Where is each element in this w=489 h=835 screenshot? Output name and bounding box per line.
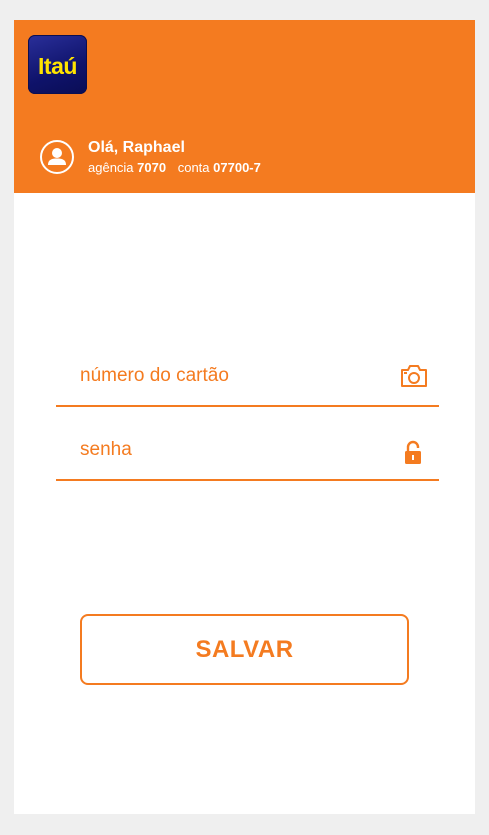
agency-value: 7070 xyxy=(137,160,166,175)
header: Itaú Olá, Raphael agência 7070 conta 077… xyxy=(14,20,475,193)
account-value: 07700-7 xyxy=(213,160,261,175)
camera-icon[interactable] xyxy=(399,363,429,389)
greeting: Olá, Raphael xyxy=(88,139,185,157)
card-number-field[interactable] xyxy=(56,359,439,407)
itau-logo: Itaú xyxy=(28,35,87,94)
lock-icon xyxy=(401,439,425,467)
account-label: conta xyxy=(178,160,210,175)
account-info: agência 7070 conta 07700-7 xyxy=(88,160,261,176)
password-field[interactable] xyxy=(56,433,439,481)
password-input[interactable] xyxy=(80,439,380,461)
save-button[interactable]: SALVAR xyxy=(80,614,409,685)
logo-text: Itaú xyxy=(38,53,77,80)
card-number-input[interactable] xyxy=(80,365,380,387)
agency-label: agência xyxy=(88,160,134,175)
user-icon xyxy=(42,142,72,172)
avatar xyxy=(40,140,74,174)
app-screen: Itaú Olá, Raphael agência 7070 conta 077… xyxy=(14,20,475,814)
